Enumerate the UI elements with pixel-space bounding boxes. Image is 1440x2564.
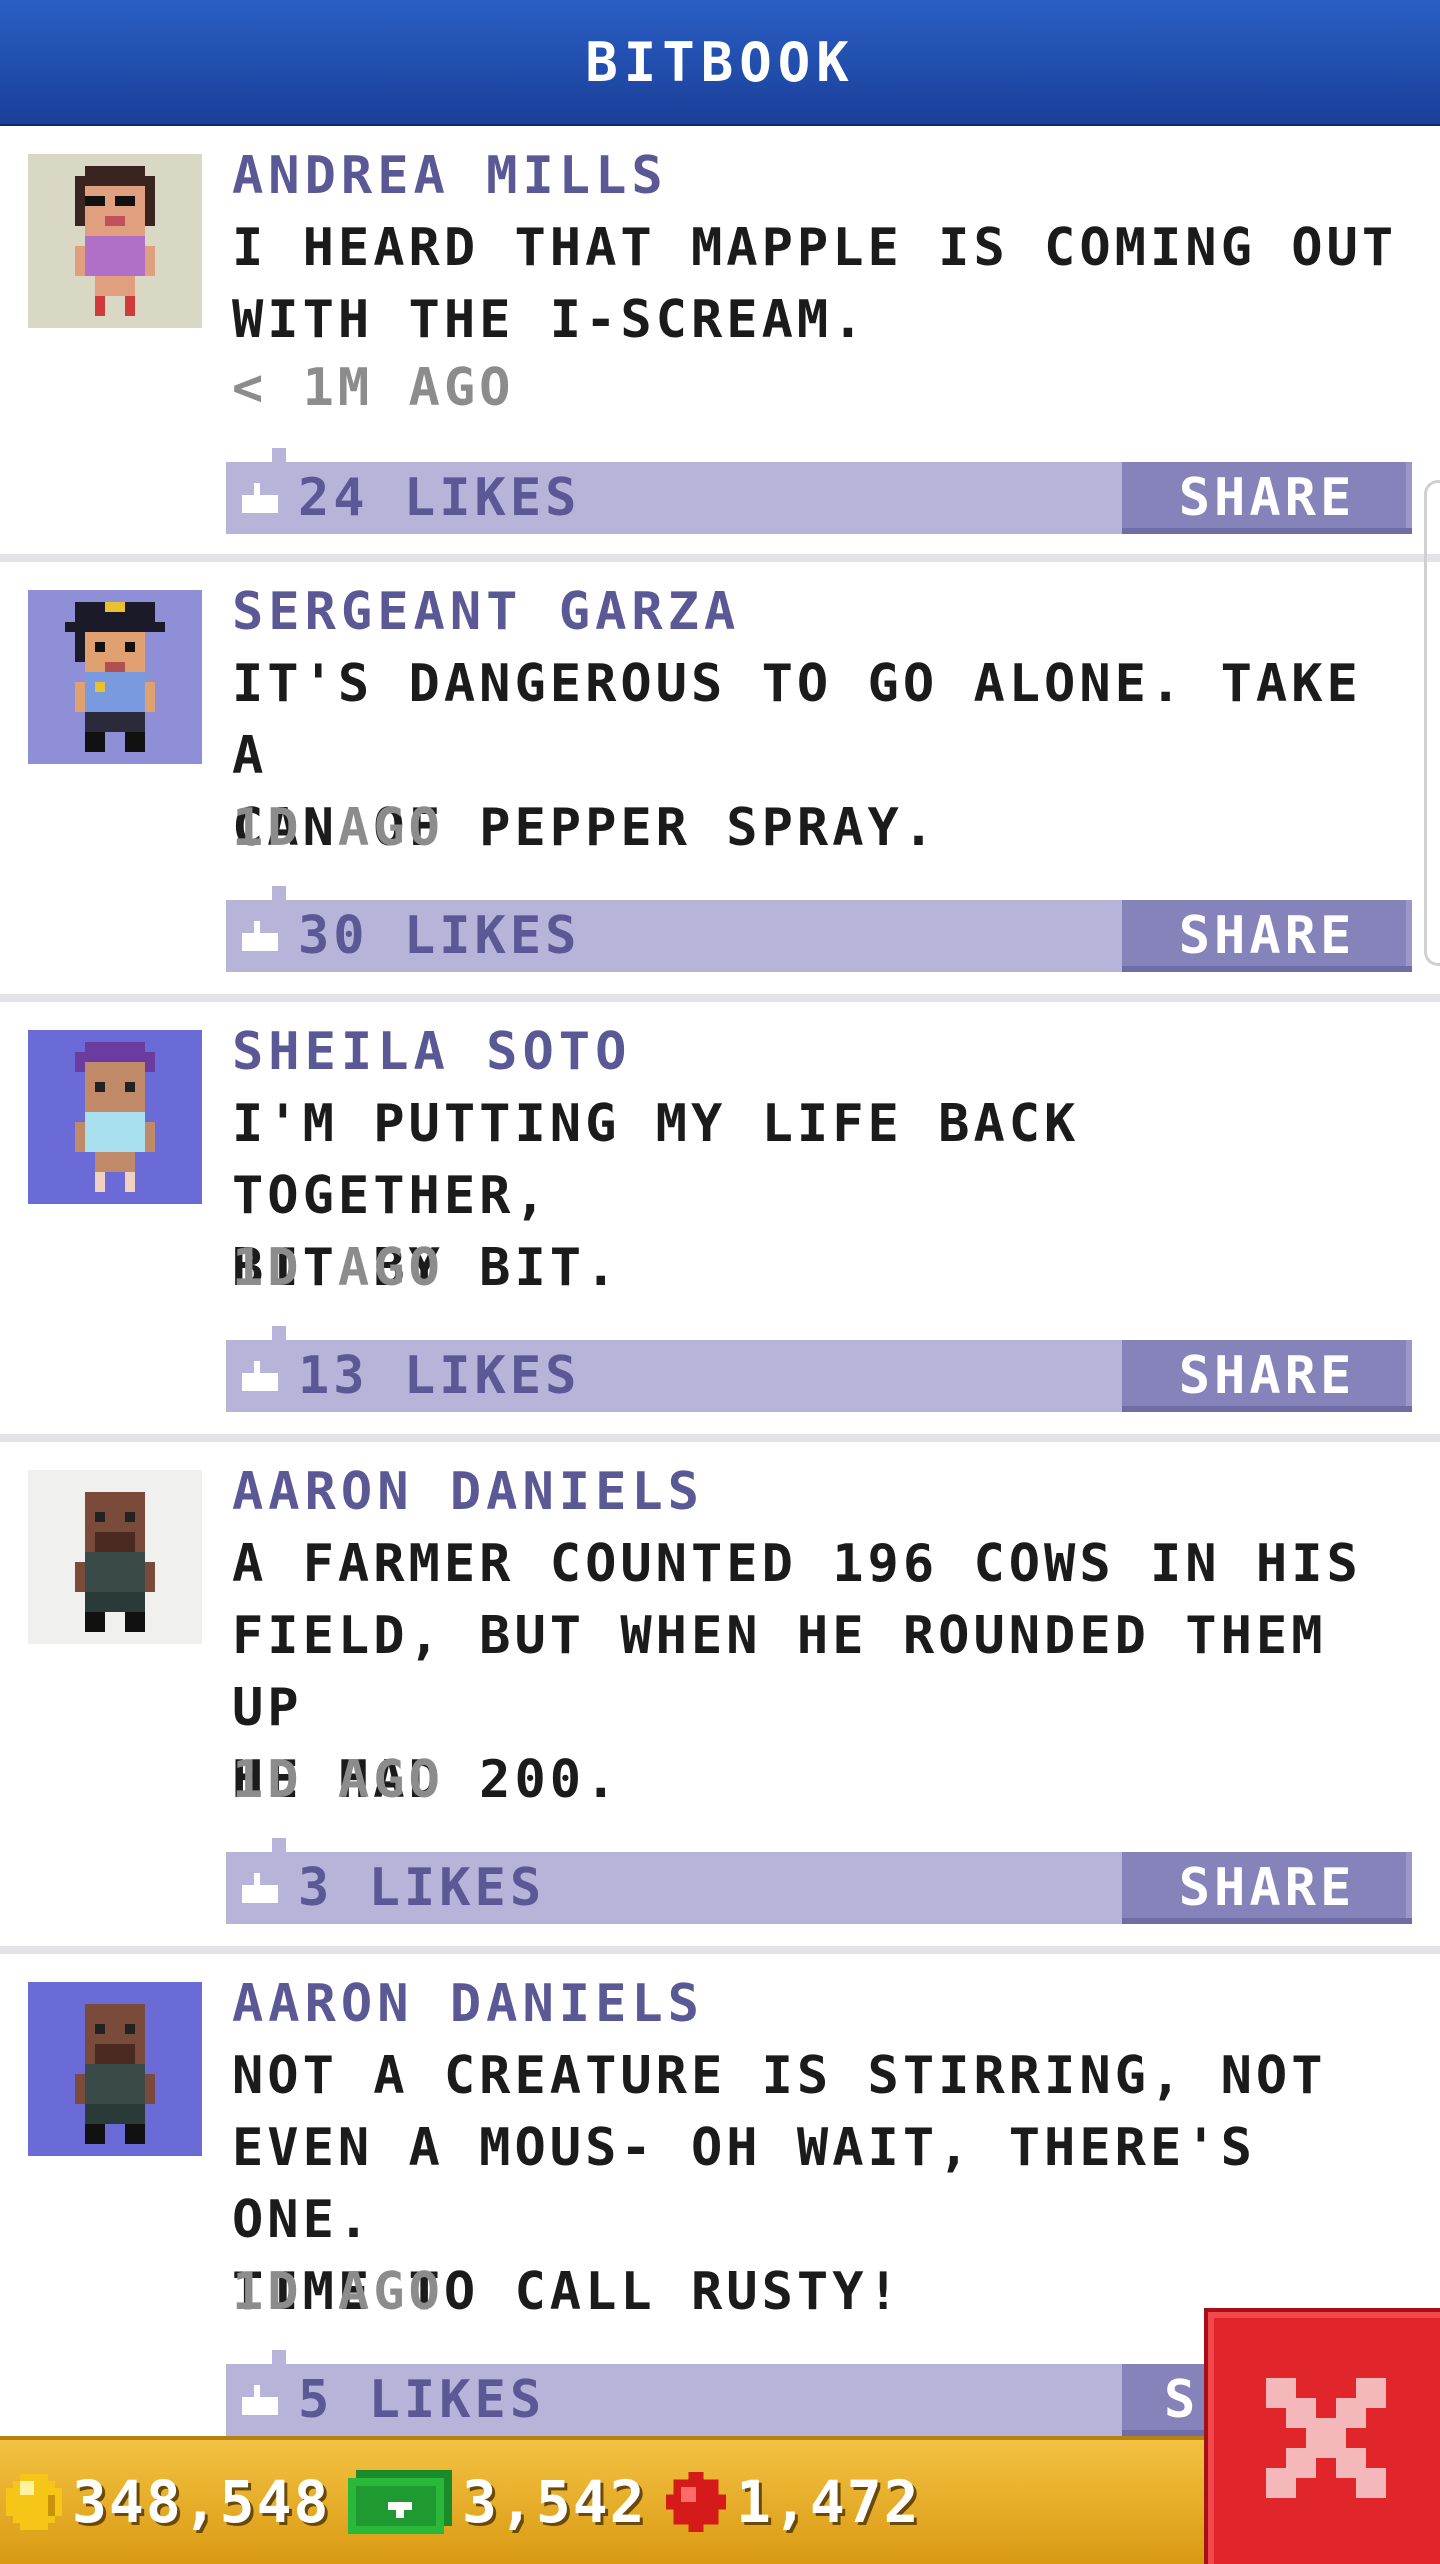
- gems-value: 1,472: [736, 2468, 921, 2536]
- thumbs-up-icon: [242, 921, 278, 951]
- bux-icon: [348, 2470, 452, 2534]
- post-item: ANDREA MILLS I HEARD THAT MAPPLE IS COMI…: [0, 126, 1440, 562]
- likes-count: 3 LIKES: [298, 1858, 546, 1918]
- post-feed[interactable]: ANDREA MILLS I HEARD THAT MAPPLE IS COMI…: [0, 126, 1440, 2436]
- avatar[interactable]: [28, 1030, 202, 1204]
- avatar-bald-man-icon: [75, 2004, 155, 2144]
- divider: [0, 1434, 1440, 1442]
- post-item: AARON DANIELS A FARMER COUNTED 196 COWS …: [0, 1442, 1440, 1954]
- post-author[interactable]: SHEILA SOTO: [232, 1022, 631, 1082]
- post-message: I HEARD THAT MAPPLE IS COMING OUT WITH T…: [232, 218, 1398, 350]
- coins-value: 348,548: [72, 2468, 331, 2536]
- avatar[interactable]: [28, 1470, 202, 1644]
- app-title: BITBOOK: [585, 30, 855, 94]
- close-button[interactable]: [1204, 2308, 1440, 2564]
- scroll-indicator[interactable]: [1424, 480, 1440, 966]
- post-actions-bar: 13 LIKES SHARE: [226, 1326, 1412, 1412]
- post-actions-bar: 30 LIKES SHARE: [226, 886, 1412, 972]
- bux-stat: 3,542: [348, 2464, 647, 2540]
- post-author[interactable]: AARON DANIELS: [232, 1974, 704, 2034]
- post-author[interactable]: AARON DANIELS: [232, 1462, 704, 1522]
- divider: [0, 1946, 1440, 1954]
- gem-icon: [666, 2472, 726, 2532]
- like-button[interactable]: 5 LIKES: [242, 2364, 545, 2436]
- bux-value: 3,542: [462, 2468, 647, 2536]
- share-button[interactable]: SHARE: [1122, 1852, 1412, 1924]
- thumbs-up-icon: [242, 2385, 278, 2415]
- share-button[interactable]: SHARE: [1122, 900, 1412, 972]
- like-button[interactable]: 24 LIKES: [242, 462, 580, 534]
- coins-stat: 348,548: [6, 2464, 330, 2540]
- post-actions-bar: 24 LIKES SHARE: [226, 448, 1412, 534]
- like-button[interactable]: 3 LIKES: [242, 1852, 545, 1924]
- avatar[interactable]: [28, 1982, 202, 2156]
- close-icon: [1266, 2378, 1386, 2498]
- coin-icon: [6, 2474, 62, 2530]
- share-button[interactable]: SHARE: [1122, 1340, 1412, 1412]
- likes-count: 24 LIKES: [298, 468, 581, 528]
- post-timestamp: < 1M AGO: [232, 358, 515, 418]
- post-timestamp: 1D AGO: [232, 1750, 444, 1810]
- post-timestamp: 1D AGO: [232, 2262, 444, 2322]
- likes-count: 13 LIKES: [298, 1346, 581, 1406]
- post-item: SHEILA SOTO I'M PUTTING MY LIFE BACK TOG…: [0, 1002, 1440, 1442]
- post-item: SERGEANT GARZA IT'S DANGEROUS TO GO ALON…: [0, 562, 1440, 1002]
- post-actions-bar: 3 LIKES SHARE: [226, 1838, 1412, 1924]
- share-button[interactable]: SHARE: [1122, 462, 1412, 534]
- thumbs-up-icon: [242, 1873, 278, 1903]
- post-timestamp: 1D AGO: [232, 1238, 444, 1298]
- avatar-woman-icon: [75, 1042, 155, 1192]
- avatar[interactable]: [28, 154, 202, 328]
- app-header: BITBOOK: [0, 0, 1440, 126]
- avatar-police-officer-icon: [65, 602, 165, 752]
- avatar[interactable]: [28, 590, 202, 764]
- likes-count: 5 LIKES: [298, 2370, 546, 2430]
- divider: [0, 994, 1440, 1002]
- thumbs-up-icon: [242, 1361, 278, 1391]
- like-button[interactable]: 30 LIKES: [242, 900, 580, 972]
- post-author[interactable]: SERGEANT GARZA: [232, 582, 740, 642]
- post-author[interactable]: ANDREA MILLS: [232, 146, 668, 206]
- likes-count: 30 LIKES: [298, 906, 581, 966]
- gems-stat: 1,472: [666, 2464, 921, 2540]
- like-button[interactable]: 13 LIKES: [242, 1340, 580, 1412]
- avatar-woman-glasses-icon: [75, 166, 155, 316]
- avatar-bald-man-icon: [75, 1492, 155, 1632]
- post-timestamp: 1D AGO: [232, 798, 444, 858]
- thumbs-up-icon: [242, 483, 278, 513]
- divider: [0, 554, 1440, 562]
